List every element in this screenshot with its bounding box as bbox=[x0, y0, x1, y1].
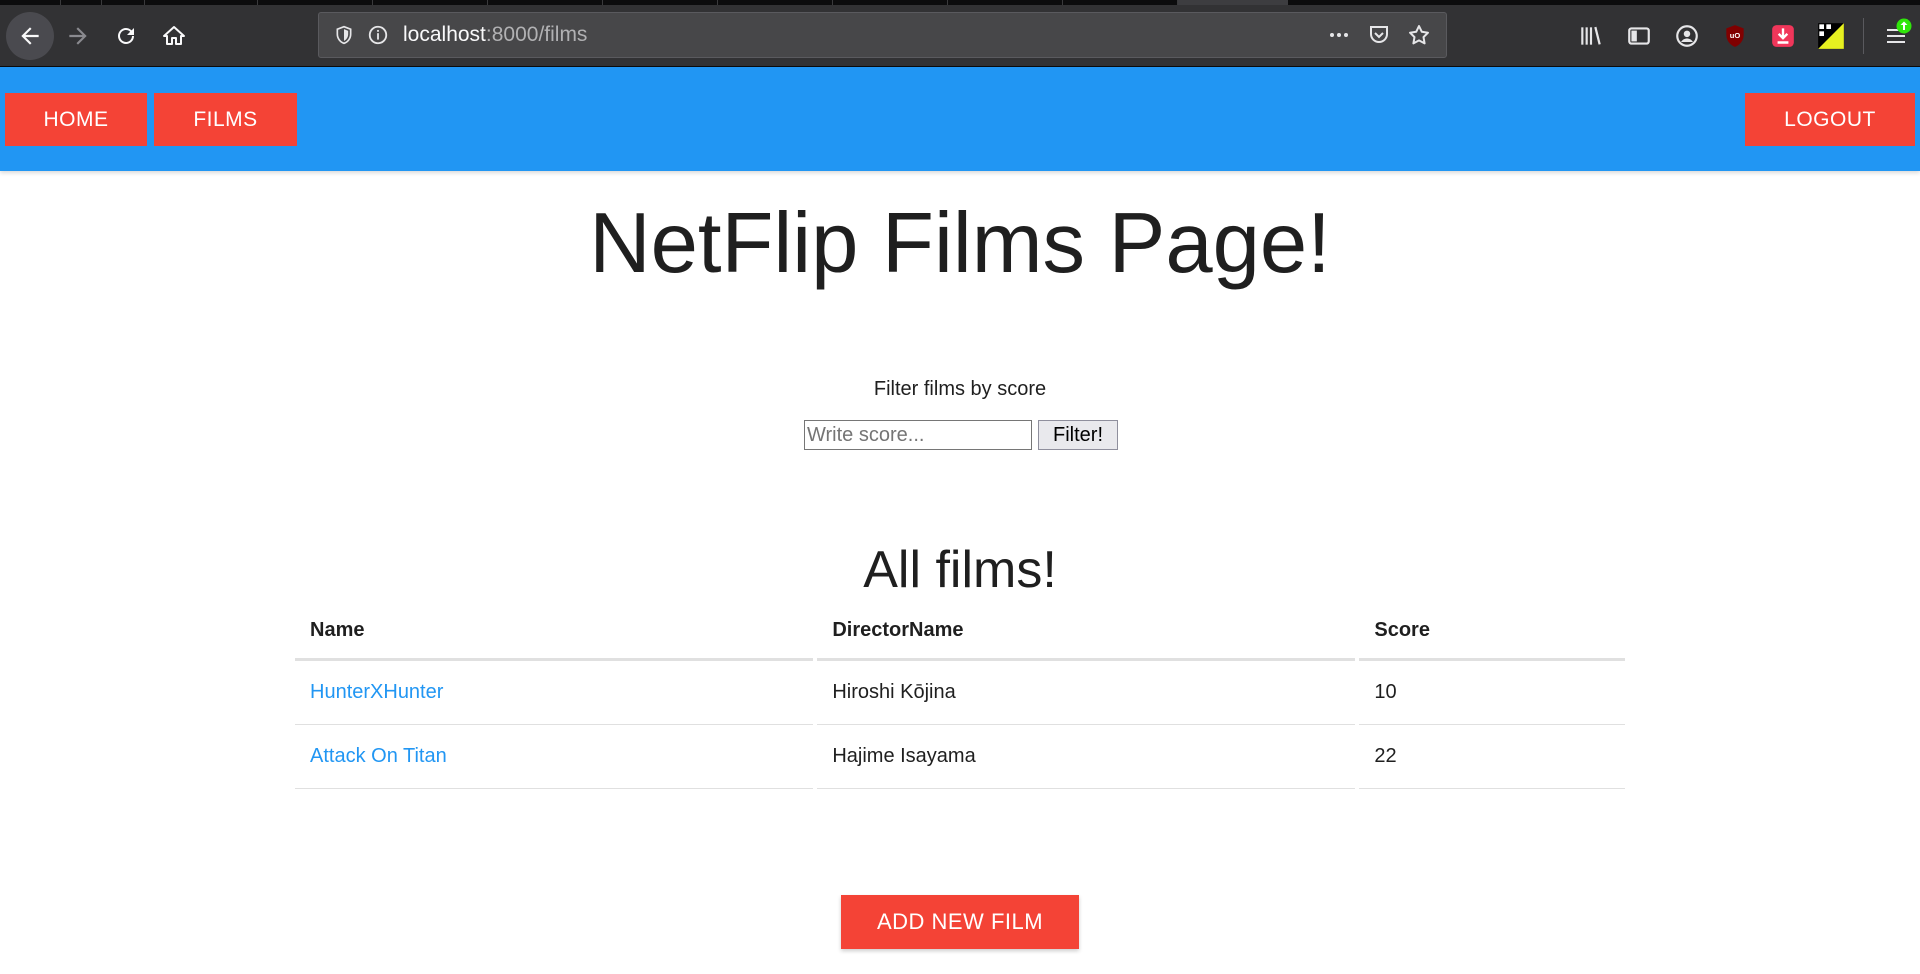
bookmark-button[interactable] bbox=[1402, 18, 1436, 52]
toolbar-separator bbox=[1863, 17, 1864, 54]
film-link[interactable]: Attack On Titan bbox=[310, 745, 447, 767]
url-host: localhost bbox=[403, 23, 486, 46]
add-new-film-button[interactable]: ADD NEW FILM bbox=[841, 895, 1079, 949]
download-icon bbox=[1772, 24, 1794, 47]
ublock-icon: uO bbox=[1726, 24, 1744, 47]
star-icon bbox=[1409, 25, 1429, 45]
filter-button[interactable]: Filter! bbox=[1038, 420, 1118, 450]
toolbar-right-icons: uO bbox=[1567, 5, 1920, 66]
ublock-button[interactable]: uO bbox=[1711, 12, 1759, 60]
tracking-protection-button[interactable] bbox=[327, 18, 361, 52]
header-score: Score bbox=[1359, 603, 1625, 661]
filter-form: Filter! bbox=[0, 420, 1920, 450]
film-name-cell: HunterXHunter bbox=[295, 661, 814, 725]
sidebar-icon bbox=[1628, 26, 1650, 45]
films-table: Name DirectorName Score HunterXHunter Hi… bbox=[291, 603, 1629, 789]
table-header-row: Name DirectorName Score bbox=[295, 603, 1625, 661]
home-button[interactable] bbox=[150, 12, 198, 60]
app-navbar: HOME FILMS LOGOUT bbox=[0, 67, 1920, 171]
url-text[interactable]: localhost:8000/films bbox=[403, 23, 1322, 47]
update-badge-icon bbox=[1896, 18, 1912, 33]
home-nav-button[interactable]: HOME bbox=[5, 93, 147, 146]
film-name-cell: Attack On Titan bbox=[295, 725, 814, 789]
page-actions-button[interactable] bbox=[1322, 18, 1356, 52]
site-info-button[interactable] bbox=[361, 18, 395, 52]
browser-toolbar: localhost:8000/films uO bbox=[0, 5, 1920, 67]
reload-icon bbox=[118, 27, 134, 44]
download-extension-button[interactable] bbox=[1759, 12, 1807, 60]
reload-button[interactable] bbox=[102, 12, 150, 60]
header-name: Name bbox=[295, 603, 814, 661]
account-icon bbox=[1676, 24, 1698, 47]
page-title: NetFlip Films Page! bbox=[589, 196, 1331, 291]
svg-text:uO: uO bbox=[1730, 31, 1741, 40]
sidebar-button[interactable] bbox=[1615, 12, 1663, 60]
film-score-cell: 10 bbox=[1359, 661, 1625, 725]
url-path: :8000/films bbox=[485, 23, 588, 46]
info-icon bbox=[368, 25, 388, 45]
home-icon bbox=[163, 25, 185, 45]
film-link[interactable]: HunterXHunter bbox=[310, 681, 443, 703]
url-bar[interactable]: localhost:8000/films bbox=[318, 12, 1447, 58]
film-director-cell: Hiroshi Kōjina bbox=[817, 661, 1356, 725]
forward-button[interactable] bbox=[54, 12, 102, 60]
main-menu-button[interactable] bbox=[1872, 12, 1920, 60]
films-nav-button[interactable]: FILMS bbox=[154, 93, 297, 146]
film-director-cell: Hajime Isayama bbox=[817, 725, 1356, 789]
library-icon bbox=[1581, 26, 1601, 45]
film-score-cell: 22 bbox=[1359, 725, 1625, 789]
arrow-left-icon bbox=[21, 26, 39, 45]
more-icon bbox=[1330, 33, 1348, 37]
back-button[interactable] bbox=[6, 11, 54, 60]
extension-button[interactable] bbox=[1807, 12, 1855, 60]
arrow-right-icon bbox=[69, 26, 87, 45]
section-title: All films! bbox=[863, 541, 1057, 599]
table-row: HunterXHunter Hiroshi Kōjina 10 bbox=[295, 661, 1625, 725]
header-director: DirectorName bbox=[817, 603, 1356, 661]
pocket-icon bbox=[1370, 26, 1388, 43]
logout-button[interactable]: LOGOUT bbox=[1745, 93, 1915, 146]
table-row: Attack On Titan Hajime Isayama 22 bbox=[295, 725, 1625, 789]
score-input[interactable] bbox=[804, 420, 1032, 450]
page-content: HOME FILMS LOGOUT bbox=[0, 67, 1920, 171]
library-button[interactable] bbox=[1567, 12, 1615, 60]
shield-icon bbox=[336, 25, 352, 45]
account-button[interactable] bbox=[1663, 12, 1711, 60]
filter-label: Filter films by score bbox=[873, 378, 1047, 400]
extension-icon bbox=[1818, 22, 1844, 49]
url-bar-actions bbox=[1322, 18, 1436, 52]
pocket-button[interactable] bbox=[1362, 18, 1396, 52]
